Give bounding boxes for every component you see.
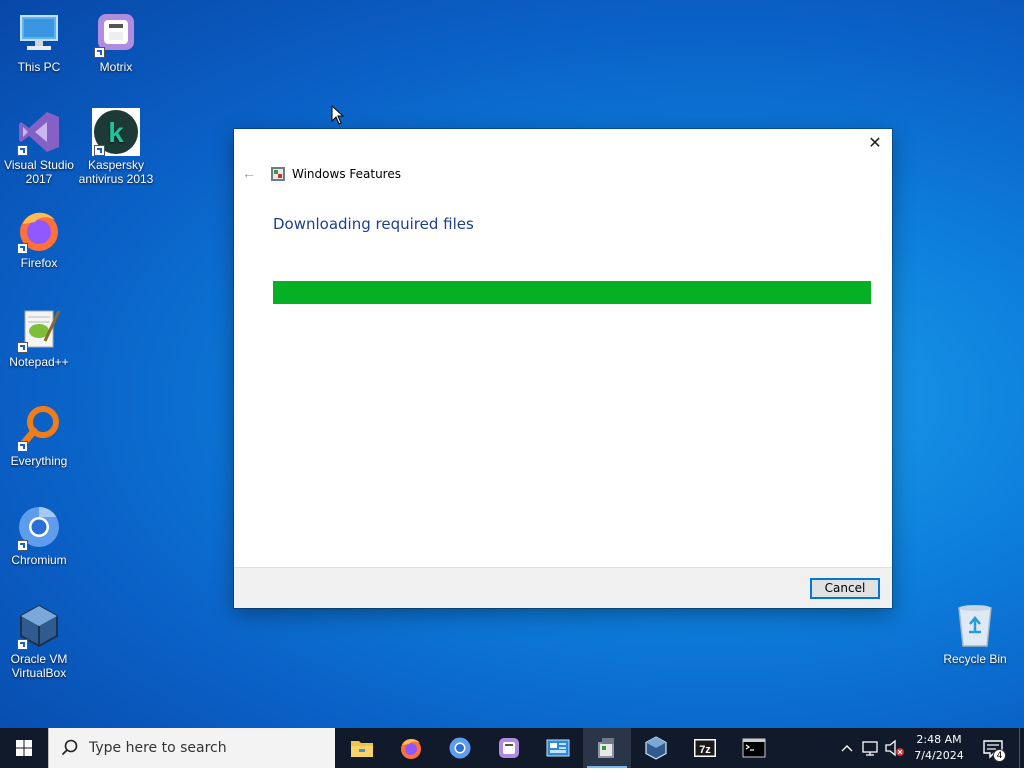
motrix-icon <box>92 10 140 58</box>
terminal-icon <box>742 738 766 758</box>
desktop-icon-virtualbox[interactable]: Oracle VM VirtualBox <box>0 602 78 680</box>
windows-logo-icon <box>16 740 32 756</box>
shortcut-arrow-icon <box>94 145 105 156</box>
desktop-icon-kaspersky[interactable]: k Kaspersky antivirus 2013 <box>77 108 155 186</box>
svg-text:7z: 7z <box>699 744 711 756</box>
back-arrow-icon[interactable]: ← <box>242 166 256 180</box>
firefox-icon <box>401 739 421 759</box>
desktop-icon-label: Firefox <box>20 256 58 270</box>
desktop-icon-chromium[interactable]: Chromium <box>0 503 78 567</box>
network-icon[interactable] <box>860 728 882 768</box>
notification-count-badge: 4 <box>993 749 1006 762</box>
close-icon[interactable]: ✕ <box>866 135 884 153</box>
taskbar-app-chromium[interactable] <box>436 728 484 768</box>
tray-chevron-icon[interactable] <box>838 728 856 768</box>
taskbar-app-windows-features[interactable] <box>583 728 631 768</box>
search-icon <box>61 739 78 756</box>
shortcut-arrow-icon <box>94 47 105 58</box>
notepad-plus-plus-icon <box>15 305 63 353</box>
desktop-icon-label: Recycle Bin <box>943 652 1007 666</box>
file-explorer-icon <box>351 741 373 757</box>
everything-icon <box>15 404 63 452</box>
windows-features-icon <box>598 738 614 758</box>
progress-bar <box>273 281 871 304</box>
desktop-icon-everything[interactable]: Everything <box>0 404 78 468</box>
clock-time: 2:48 AM <box>916 733 962 746</box>
clock-date: 7/4/2024 <box>914 749 964 762</box>
taskbar-app-control-panel[interactable] <box>534 728 582 768</box>
shortcut-arrow-icon <box>17 540 28 551</box>
shortcut-arrow-icon <box>17 639 28 650</box>
visual-studio-icon <box>15 108 63 156</box>
taskbar-app-motrix[interactable] <box>485 728 533 768</box>
taskbar-app-virtualbox[interactable] <box>632 728 680 768</box>
shortcut-arrow-icon <box>17 441 28 452</box>
virtualbox-icon <box>15 602 63 650</box>
kaspersky-icon: k <box>92 108 140 156</box>
recycle-bin-icon <box>951 602 999 650</box>
control-panel-icon <box>546 739 570 757</box>
desktop-icon-label: Motrix <box>99 60 133 74</box>
show-desktop-button[interactable] <box>1019 728 1024 768</box>
dialog-heading: Downloading required files <box>273 215 474 233</box>
windows-features-dialog: ✕ ← Windows Features Downloading require… <box>234 129 892 608</box>
desktop-icon-recycle-bin[interactable]: Recycle Bin <box>936 602 1014 666</box>
desktop-icon-label: Everything <box>10 454 68 468</box>
shortcut-arrow-icon <box>17 342 28 353</box>
cancel-button[interactable]: Cancel <box>810 578 880 599</box>
desktop-icon-label: This PC <box>17 60 61 74</box>
firefox-icon <box>15 206 63 254</box>
desktop-icon-motrix[interactable]: Motrix <box>77 10 155 74</box>
notification-center-icon[interactable]: 4 <box>980 736 1008 762</box>
taskbar-app-7zip[interactable]: 7z <box>681 728 729 768</box>
taskbar-clock[interactable]: 2:48 AM 7/4/2024 <box>906 732 972 764</box>
virtualbox-icon <box>645 736 667 760</box>
desktop-icon-label: Kaspersky antivirus 2013 <box>78 158 154 186</box>
taskbar-app-firefox[interactable] <box>387 728 435 768</box>
mouse-cursor-icon <box>331 104 345 125</box>
svg-text:k: k <box>108 117 124 148</box>
taskbar-app-terminal[interactable] <box>730 728 778 768</box>
desktop-icon-visual-studio[interactable]: Visual Studio 2017 <box>0 108 78 186</box>
shortcut-arrow-icon <box>17 145 28 156</box>
desktop-icon-label: Visual Studio 2017 <box>4 158 74 186</box>
windows-features-icon <box>271 167 285 181</box>
volume-muted-icon[interactable] <box>884 728 906 768</box>
7zip-icon: 7z <box>694 739 716 757</box>
start-button[interactable] <box>0 728 48 768</box>
desktop-icon-label: Notepad++ <box>9 355 69 369</box>
progress-bar-fill <box>273 281 871 304</box>
dialog-footer: Cancel <box>234 567 892 608</box>
desktop-icon-firefox[interactable]: Firefox <box>0 206 78 270</box>
taskbar-search-box[interactable]: Type here to search <box>48 728 335 768</box>
search-placeholder: Type here to search <box>89 740 227 756</box>
motrix-icon <box>499 738 519 758</box>
desktop-icon-label: Oracle VM VirtualBox <box>10 652 68 680</box>
shortcut-arrow-icon <box>17 243 28 254</box>
desktop: This PC Motrix Visual Studio 2017 k Kasp… <box>0 0 1024 728</box>
chromium-icon <box>449 737 471 759</box>
taskbar-app-file-explorer[interactable] <box>338 728 386 768</box>
chromium-icon <box>15 503 63 551</box>
this-pc-icon <box>15 10 63 58</box>
dialog-title: Windows Features <box>292 167 401 181</box>
desktop-icon-label: Chromium <box>11 553 67 567</box>
taskbar: Type here to search 7z 2:48 AM 7/4/2024 … <box>0 728 1024 768</box>
desktop-icon-notepad-plus-plus[interactable]: Notepad++ <box>0 305 78 369</box>
desktop-icon-this-pc[interactable]: This PC <box>0 10 78 74</box>
